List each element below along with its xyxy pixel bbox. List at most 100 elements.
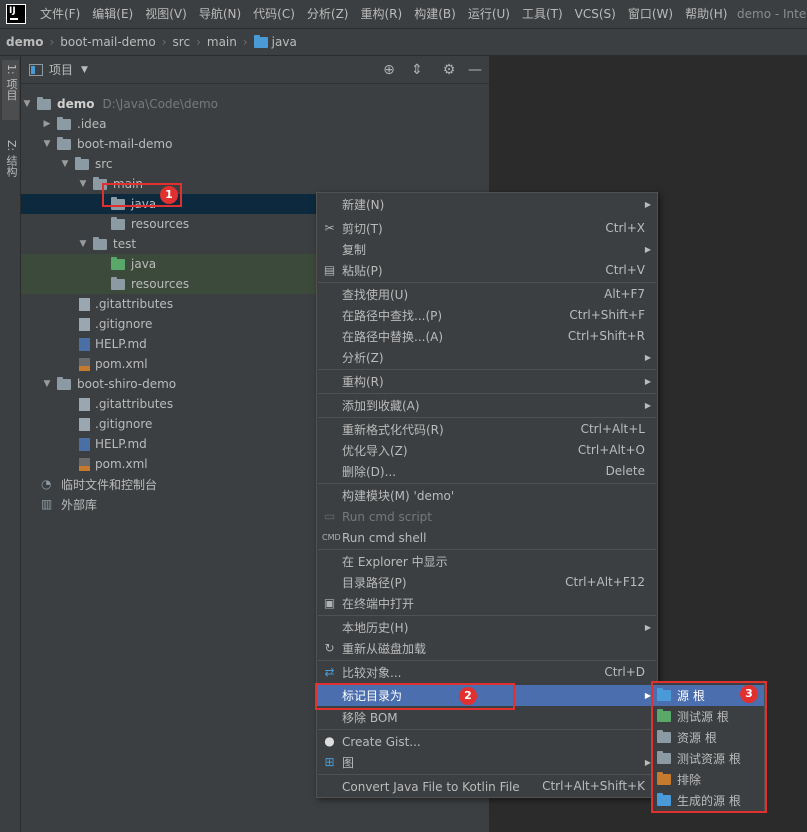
breadcrumb-item-src[interactable]: src: [173, 35, 191, 49]
gear-icon[interactable]: ⚙: [441, 62, 457, 78]
tree-label: java: [131, 257, 157, 271]
submenu-arrow-icon: ▶: [644, 245, 651, 254]
menu-tools[interactable]: 工具(T): [516, 0, 569, 28]
tree-row-demo[interactable]: ▼ demo D:\Java\Code\demo: [21, 94, 489, 114]
file-icon: [79, 317, 90, 331]
breadcrumb: demo › boot-mail-demo › src › main › jav…: [0, 28, 807, 56]
cmd-icon: CMD: [322, 533, 341, 542]
menu-refactor[interactable]: 重构(R): [355, 0, 409, 28]
tree-label: HELP.md: [95, 437, 147, 451]
menu-item-convert-to-kotlin[interactable]: Convert Java File to Kotlin File Ctrl+Alt…: [317, 776, 657, 797]
menu-item-open-in-terminal[interactable]: ▣ 在终端中打开: [317, 593, 657, 614]
menu-item-reformat-code[interactable]: 重新格式化代码(R) Ctrl+Alt+L: [317, 419, 657, 440]
module-folder-icon: [57, 376, 71, 390]
test-source-folder-icon: [111, 256, 125, 270]
tool-tab-structure[interactable]: Z: 结构: [2, 136, 19, 196]
collapse-all-icon[interactable]: ⇕: [409, 62, 425, 78]
file-icon: [79, 397, 90, 411]
locate-file-icon[interactable]: ⊕: [381, 62, 397, 78]
menu-item-diagrams[interactable]: ⊞ 图 ▶: [317, 752, 657, 773]
tree-label: demo: [57, 97, 95, 111]
chevron-down-icon[interactable]: ▼: [81, 65, 88, 75]
menu-item-copy[interactable]: 复制 ▶: [317, 239, 657, 260]
breadcrumb-item-java[interactable]: java: [253, 34, 297, 49]
menu-item-directory-path[interactable]: 目录路径(P) Ctrl+Alt+F12: [317, 572, 657, 593]
expand-arrow-icon[interactable]: ▼: [21, 99, 33, 109]
menu-edit[interactable]: 编辑(E): [86, 0, 139, 28]
menu-item-run-cmd-shell[interactable]: CMD Run cmd shell: [317, 527, 657, 548]
menu-help[interactable]: 帮助(H): [679, 0, 733, 28]
submenu-arrow-icon: ▶: [644, 401, 651, 410]
tree-label: src: [95, 157, 113, 171]
menu-item-add-to-favorites[interactable]: 添加到收藏(A) ▶: [317, 395, 657, 416]
menu-item-cut[interactable]: ✂ 剪切(T) Ctrl+X: [317, 218, 657, 239]
menu-vcs[interactable]: VCS(S): [569, 0, 622, 28]
folder-icon: [75, 156, 89, 170]
tree-row-idea[interactable]: ▶ .idea: [21, 114, 489, 134]
markdown-file-icon: [79, 337, 90, 351]
menu-file[interactable]: 文件(F): [34, 0, 86, 28]
menu-item-new[interactable]: 新建(N) ▶: [317, 194, 657, 215]
menu-item-local-history[interactable]: 本地历史(H) ▶: [317, 617, 657, 638]
submenu-arrow-icon: ▶: [644, 623, 651, 632]
menu-item-delete[interactable]: 删除(D)... Delete: [317, 461, 657, 482]
menu-window[interactable]: 窗口(W): [622, 0, 679, 28]
libraries-icon: ▥: [41, 496, 53, 511]
project-view-selector[interactable]: 项目: [49, 61, 73, 78]
tool-window-stripe: 1: 项目 Z: 结构: [0, 56, 21, 832]
menu-separator: [318, 282, 656, 283]
file-icon: [79, 417, 90, 431]
callout-badge-1: 1: [160, 186, 178, 204]
menu-code[interactable]: 代码(C): [247, 0, 301, 28]
menu-item-refactor[interactable]: 重构(R) ▶: [317, 371, 657, 392]
menu-separator: [318, 393, 656, 394]
chevron-right-icon: ›: [49, 35, 55, 49]
folder-icon: [111, 216, 125, 230]
xml-file-icon: [79, 357, 90, 371]
menu-item-paste[interactable]: ▤ 粘贴(P) Ctrl+V: [317, 260, 657, 281]
submenu-arrow-icon: ▶: [644, 377, 651, 386]
menu-item-reload-from-disk[interactable]: ↻ 重新从磁盘加载: [317, 638, 657, 659]
menu-view[interactable]: 视图(V): [139, 0, 193, 28]
tree-row-main[interactable]: ▼ main: [21, 174, 489, 194]
source-folder-icon: [253, 34, 268, 48]
diagram-icon: ⊞: [324, 755, 335, 769]
compare-icon: ⇄: [324, 665, 335, 679]
menu-analyze[interactable]: 分析(Z): [301, 0, 355, 28]
tree-row-src[interactable]: ▼ src: [21, 154, 489, 174]
tool-tab-project[interactable]: 1: 项目: [2, 60, 19, 120]
menu-run[interactable]: 运行(U): [462, 0, 516, 28]
callout-badge-3: 3: [740, 685, 758, 703]
menu-item-analyze[interactable]: 分析(Z) ▶: [317, 347, 657, 368]
breadcrumb-item-boot-mail-demo[interactable]: boot-mail-demo: [60, 35, 155, 49]
menu-item-show-in-explorer[interactable]: 在 Explorer 中显示: [317, 551, 657, 572]
expand-arrow-icon[interactable]: ▶: [41, 119, 53, 129]
expand-arrow-icon[interactable]: ▼: [77, 239, 89, 249]
menu-item-build-module[interactable]: 构建模块(M) 'demo': [317, 485, 657, 506]
project-panel-header: 项目 ▼ ⊕ ⇕ ⚙ —: [21, 56, 489, 84]
tree-label: pom.xml: [95, 457, 148, 471]
test-resources-folder-icon: [111, 276, 125, 290]
scratches-icon: ◔: [41, 476, 52, 491]
menu-item-create-gist[interactable]: ● Create Gist...: [317, 731, 657, 752]
breadcrumb-item-main[interactable]: main: [207, 35, 237, 49]
hide-panel-icon[interactable]: —: [467, 62, 483, 78]
expand-arrow-icon[interactable]: ▼: [41, 139, 53, 149]
expand-arrow-icon[interactable]: ▼: [77, 179, 89, 189]
expand-arrow-icon[interactable]: ▼: [59, 159, 71, 169]
menu-navigate[interactable]: 导航(N): [193, 0, 247, 28]
menu-item-remove-bom[interactable]: 移除 BOM: [317, 707, 657, 728]
menu-separator: [318, 417, 656, 418]
menu-item-optimize-imports[interactable]: 优化导入(Z) Ctrl+Alt+O: [317, 440, 657, 461]
tree-label: 外部库: [61, 497, 98, 512]
menu-item-replace-in-path[interactable]: 在路径中替换...(A) Ctrl+Shift+R: [317, 326, 657, 347]
menu-build[interactable]: 构建(B): [408, 0, 462, 28]
tree-row-boot-mail-demo[interactable]: ▼ boot-mail-demo: [21, 134, 489, 154]
menu-item-compare-with[interactable]: ⇄ 比较对象... Ctrl+D: [317, 662, 657, 683]
breadcrumb-item-demo[interactable]: demo: [6, 35, 43, 49]
expand-arrow-icon[interactable]: ▼: [41, 379, 53, 389]
folder-icon: [57, 116, 71, 130]
submenu-arrow-icon: ▶: [644, 353, 651, 362]
menu-item-find-usages[interactable]: 查找使用(U) Alt+F7: [317, 284, 657, 305]
menu-item-find-in-path[interactable]: 在路径中查找...(P) Ctrl+Shift+F: [317, 305, 657, 326]
